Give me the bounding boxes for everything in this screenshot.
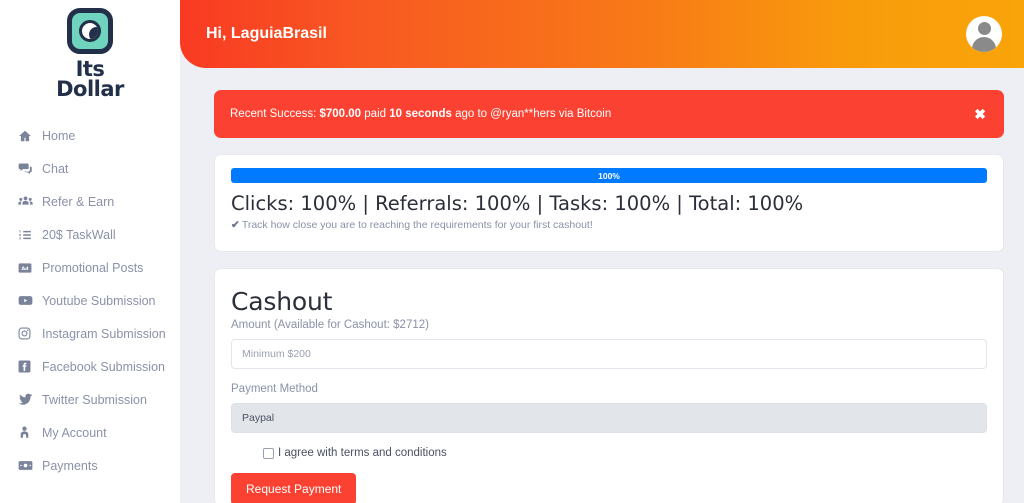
- amount-label: Amount (Available for Cashout: $2712): [231, 319, 429, 331]
- top-header-bar: Hi, LaguiaBrasil: [180, 0, 1024, 68]
- sidebar-item-label: Youtube Submission: [42, 293, 156, 308]
- page-title: Cashout: [231, 287, 333, 316]
- alert-prefix: Recent Success:: [230, 108, 317, 120]
- twitter-icon: [18, 392, 40, 407]
- money-bill-icon: [18, 458, 40, 473]
- alert-suffix: ago to @ryan**hers via Bitcoin: [455, 108, 612, 120]
- user-tie-icon: [18, 426, 40, 439]
- progress-bar-fill: 100%: [231, 168, 987, 183]
- sidebar-item-label: Promotional Posts: [42, 260, 144, 275]
- sidebar-item-taskwall[interactable]: 20$ TaskWall: [0, 218, 180, 251]
- sidebar-item-label: My Account: [42, 425, 107, 440]
- sidebar-item-youtube-submission[interactable]: Youtube Submission: [0, 284, 180, 317]
- home-icon: [18, 129, 40, 143]
- brand-line-1: Its: [75, 57, 105, 81]
- progress-note: ✔ Track how close you are to reaching the…: [231, 219, 987, 231]
- facebook-icon: [18, 360, 40, 373]
- sidebar-item-promotional-posts[interactable]: Ad Promotional Posts: [0, 251, 180, 284]
- progress-bar-track: 100%: [231, 168, 987, 183]
- payment-method-value: Paypal: [242, 412, 275, 424]
- user-avatar-icon[interactable]: [966, 16, 1002, 52]
- youtube-icon: [18, 293, 40, 308]
- terms-checkbox[interactable]: [263, 447, 274, 459]
- sidebar-item-twitter-submission[interactable]: Twitter Submission: [0, 383, 180, 416]
- amount-input[interactable]: [231, 339, 987, 369]
- terms-row: I agree with terms and conditions: [231, 447, 987, 459]
- list-ol-icon: [18, 228, 40, 242]
- sidebar: Its Dollar Home Chat Refer & Earn 20$ Ta…: [0, 0, 180, 503]
- sidebar-item-chat[interactable]: Chat: [0, 152, 180, 185]
- sidebar-item-my-account[interactable]: My Account: [0, 416, 180, 449]
- sidebar-item-instagram-submission[interactable]: Instagram Submission: [0, 317, 180, 350]
- payment-method-label: Payment Method: [231, 383, 318, 395]
- sidebar-item-facebook-submission[interactable]: Facebook Submission: [0, 350, 180, 383]
- greeting-text: Hi, LaguiaBrasil: [206, 25, 327, 42]
- check-icon: ✔: [231, 219, 240, 231]
- users-icon: [18, 194, 40, 209]
- sidebar-item-label: Home: [42, 128, 76, 143]
- sidebar-item-label: Payments: [42, 458, 98, 473]
- svg-text:Ad: Ad: [22, 266, 29, 272]
- sidebar-item-label: Facebook Submission: [42, 359, 165, 374]
- alert-amount: $700.00: [319, 108, 362, 120]
- alert-text: Recent Success: $700.00 paid 10 seconds …: [230, 108, 611, 120]
- sidebar-item-label: Refer & Earn: [42, 194, 115, 209]
- progress-note-text: Track how close you are to reaching the …: [241, 219, 593, 231]
- terms-label: I agree with terms and conditions: [278, 447, 447, 459]
- brand-line-2: Dollar: [56, 77, 124, 101]
- brand-logo[interactable]: Its Dollar: [0, 0, 180, 105]
- lens-inner-icon: [79, 20, 101, 42]
- sidebar-item-label: 20$ TaskWall: [42, 227, 116, 242]
- recent-success-alert: Recent Success: $700.00 paid 10 seconds …: [214, 90, 1004, 138]
- payment-method-select[interactable]: Paypal: [231, 403, 987, 433]
- instagram-icon: [18, 327, 40, 340]
- sidebar-item-label: Instagram Submission: [42, 326, 166, 341]
- progress-stats-line: Clicks: 100% | Referrals: 100% | Tasks: …: [231, 192, 804, 215]
- sidebar-item-label: Chat: [42, 161, 69, 176]
- content-area: Recent Success: $700.00 paid 10 seconds …: [180, 68, 1024, 503]
- brand-name: Its Dollar: [56, 57, 124, 101]
- ad-icon: Ad: [18, 261, 40, 275]
- close-icon[interactable]: ✖: [974, 107, 986, 121]
- request-payment-button[interactable]: Request Payment: [231, 473, 357, 503]
- app-root: Its Dollar Home Chat Refer & Earn 20$ Ta…: [0, 0, 1024, 503]
- sidebar-item-label: Twitter Submission: [42, 392, 147, 407]
- cashout-card: Cashout Amount (Available for Cashout: $…: [214, 268, 1004, 503]
- sidebar-item-home[interactable]: Home: [0, 119, 180, 152]
- sidebar-item-refer-earn[interactable]: Refer & Earn: [0, 185, 180, 218]
- sidebar-nav: Home Chat Refer & Earn 20$ TaskWall Ad P…: [0, 119, 180, 482]
- camera-lens-icon: [67, 8, 113, 54]
- chat-icon: [18, 161, 40, 176]
- alert-time: 10 seconds: [389, 108, 452, 120]
- alert-middle: paid: [364, 108, 387, 120]
- progress-card: 100% Clicks: 100% | Referrals: 100% | Ta…: [214, 154, 1004, 252]
- sidebar-item-payments[interactable]: Payments: [0, 449, 180, 482]
- main-content: Hi, LaguiaBrasil Recent Success: $700.00…: [180, 0, 1024, 503]
